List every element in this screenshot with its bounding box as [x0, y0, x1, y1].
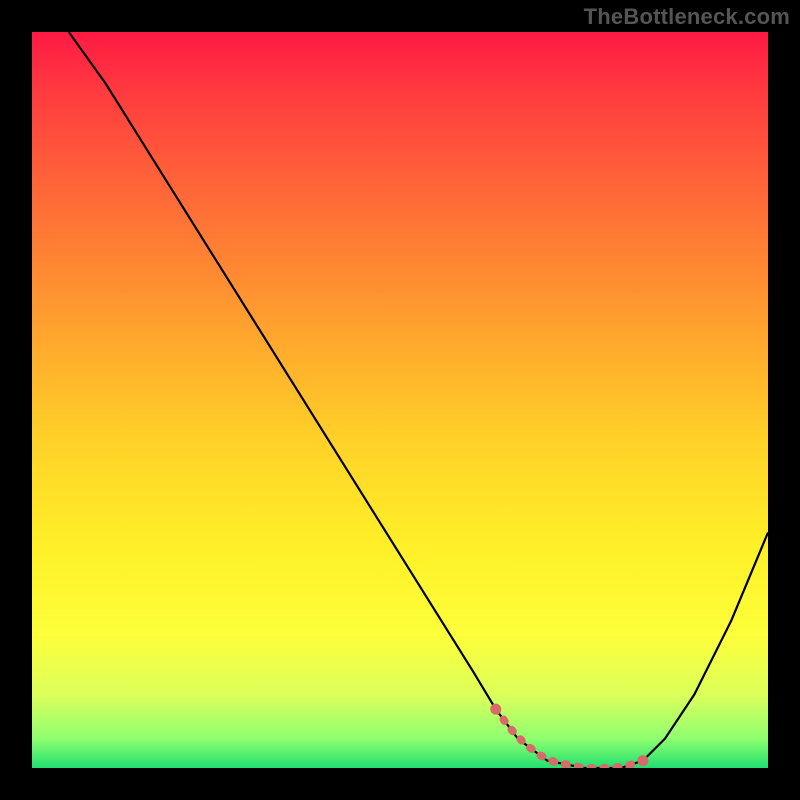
highlight-endpoint: [637, 755, 648, 766]
highlight-endpoint: [490, 704, 501, 715]
highlight-segment: [496, 709, 643, 768]
plot-area: [32, 32, 768, 768]
bottleneck-curve: [69, 32, 768, 768]
chart-svg: [32, 32, 768, 768]
chart-frame: TheBottleneck.com: [0, 0, 800, 800]
watermark-text: TheBottleneck.com: [584, 4, 790, 30]
